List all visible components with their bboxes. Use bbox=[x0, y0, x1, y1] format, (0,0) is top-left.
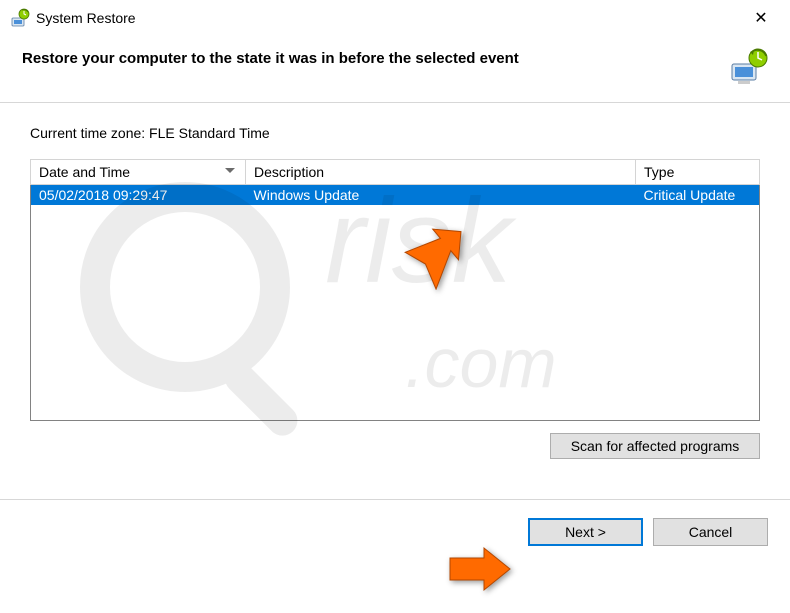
table-empty-area bbox=[31, 205, 760, 420]
next-button[interactable]: Next > bbox=[528, 518, 643, 546]
wizard-header: Restore your computer to the state it wa… bbox=[0, 36, 790, 103]
column-header-type[interactable]: Type bbox=[636, 160, 760, 185]
timezone-label: Current time zone: FLE Standard Time bbox=[30, 125, 760, 141]
close-button[interactable]: ✕ bbox=[738, 3, 784, 33]
annotation-arrow-next bbox=[444, 546, 514, 592]
system-restore-header-icon bbox=[728, 46, 768, 86]
cell-datetime: 05/02/2018 09:29:47 bbox=[31, 185, 246, 206]
scan-affected-button[interactable]: Scan for affected programs bbox=[550, 433, 760, 459]
page-title: Restore your computer to the state it wa… bbox=[22, 46, 519, 67]
cancel-button[interactable]: Cancel bbox=[653, 518, 768, 546]
cell-description: Windows Update bbox=[246, 185, 636, 206]
restore-points-table: Date and Time Description Type 05/02/201… bbox=[30, 159, 760, 421]
wizard-content: Current time zone: FLE Standard Time Dat… bbox=[0, 103, 790, 471]
cell-type: Critical Update bbox=[636, 185, 760, 206]
window-title: System Restore bbox=[36, 10, 738, 26]
table-row[interactable]: 05/02/2018 09:29:47 Windows Update Criti… bbox=[31, 185, 760, 206]
column-header-description[interactable]: Description bbox=[246, 160, 636, 185]
titlebar: System Restore ✕ bbox=[0, 0, 790, 36]
wizard-footer: Next > Cancel bbox=[0, 500, 790, 546]
column-header-date[interactable]: Date and Time bbox=[31, 160, 246, 185]
close-icon: ✕ bbox=[754, 8, 767, 28]
scan-button-row: Scan for affected programs bbox=[30, 433, 760, 459]
restore-icon bbox=[10, 8, 30, 28]
